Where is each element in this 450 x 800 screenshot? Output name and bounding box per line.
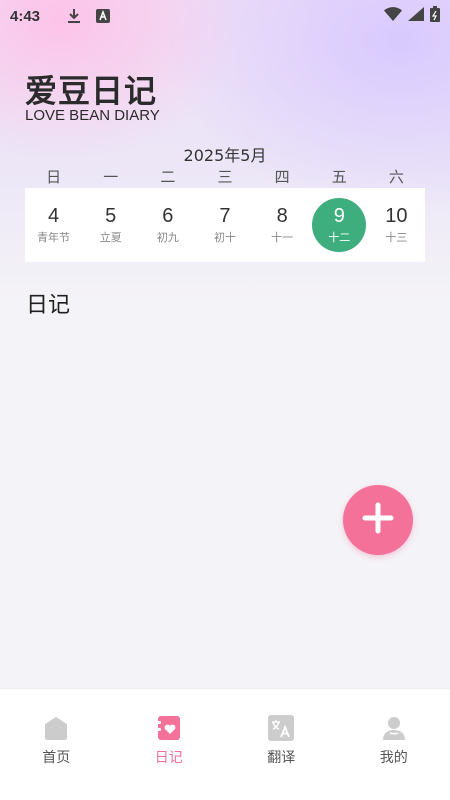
signal-icon (408, 7, 424, 25)
date-cell[interactable]: 10 十三 (368, 196, 425, 254)
status-bar: 4:43 (0, 0, 450, 32)
date-number: 4 (48, 205, 60, 227)
nav-label: 日记 (154, 750, 183, 766)
lunar-date: 青年节 (37, 231, 71, 244)
date-cell[interactable]: 6 初九 (139, 196, 196, 254)
lunar-date: 十一 (271, 231, 294, 244)
status-time: 4:43 (10, 7, 41, 25)
date-cell[interactable]: 8 十一 (254, 196, 311, 254)
weekday-label: 二 (160, 168, 176, 186)
home-icon (43, 715, 69, 741)
lunar-date: 十二 (328, 231, 351, 244)
date-number: 5 (105, 205, 117, 227)
date-number: 9 (333, 205, 345, 227)
profile-icon (381, 715, 407, 741)
lunar-date: 立夏 (99, 231, 122, 244)
diary-icon (155, 715, 182, 741)
lunar-date: 初十 (213, 231, 236, 244)
translate-icon (268, 715, 295, 741)
app-title: 爱豆日记 (25, 72, 158, 110)
weekday-label: 六 (388, 168, 404, 186)
nav-item-translate[interactable]: 翻译 (225, 689, 338, 800)
diary-section-title: 日记 (26, 293, 71, 318)
lunar-date: 十三 (385, 231, 408, 244)
nav-label: 首页 (42, 750, 71, 766)
date-number: 7 (219, 205, 231, 227)
a-icon (96, 9, 111, 23)
plus-icon (361, 501, 395, 539)
weekday-label: 四 (274, 168, 290, 186)
wifi-icon (384, 7, 402, 25)
date-number: 8 (276, 205, 288, 227)
nav-item-diary[interactable]: 日记 (113, 689, 226, 800)
status-icons (384, 6, 440, 26)
week-date-strip: 4 青年节 5 立夏 6 初九 7 初十 8 十一 9 十二 10 十三 (25, 188, 425, 262)
battery-icon (430, 6, 440, 26)
download-icon (66, 8, 82, 24)
add-diary-button[interactable] (343, 485, 413, 555)
weekday-header: 日 一 二 三 四 五 六 (25, 166, 425, 186)
app-subtitle: LOVE BEAN DIARY (25, 107, 160, 124)
nav-item-home[interactable]: 首页 (0, 689, 113, 800)
date-cell-selected[interactable]: 9 十二 (311, 196, 368, 254)
date-number: 6 (162, 205, 174, 227)
calendar-month[interactable]: 2025年5月 (0, 142, 450, 166)
weekday-label: 五 (331, 168, 347, 186)
lunar-date: 初九 (156, 231, 179, 244)
weekday-label: 日 (46, 168, 62, 186)
nav-label: 翻译 (267, 750, 296, 766)
bottom-nav: 首页 日记 翻译 我的 (0, 688, 450, 800)
date-cell[interactable]: 7 初十 (196, 196, 253, 254)
date-cell[interactable]: 5 立夏 (82, 196, 139, 254)
nav-item-profile[interactable]: 我的 (338, 689, 450, 800)
weekday-label: 三 (217, 168, 233, 186)
nav-label: 我的 (379, 750, 408, 766)
weekday-label: 一 (103, 168, 119, 186)
date-number: 10 (385, 205, 408, 227)
date-cell[interactable]: 4 青年节 (25, 196, 82, 254)
